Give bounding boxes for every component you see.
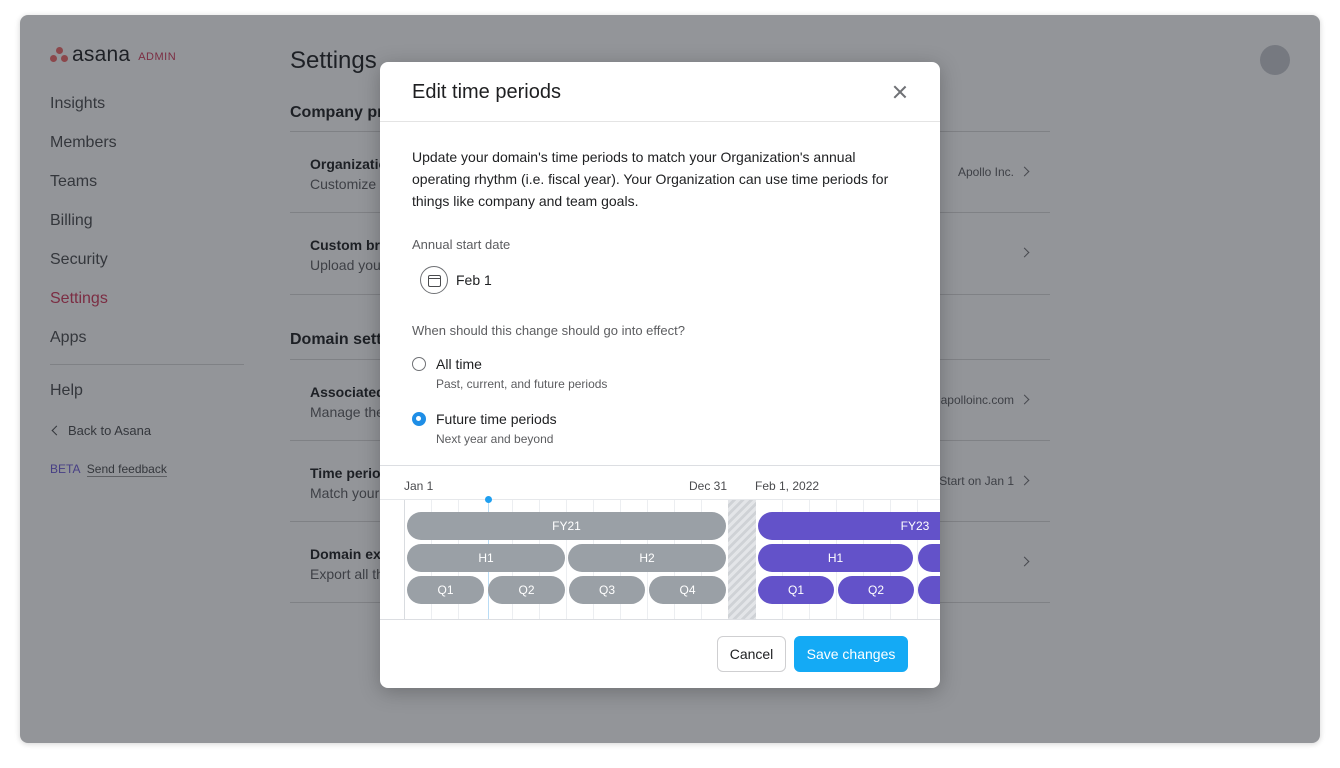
cancel-button[interactable]: Cancel	[717, 636, 786, 672]
calendar-icon	[420, 266, 448, 294]
dialog-description: Update your domain's time periods to mat…	[412, 149, 889, 209]
today-marker-dot	[485, 496, 492, 503]
period-fy21-q2: Q2	[488, 576, 565, 604]
timeline-date-end: Dec 31	[689, 479, 728, 493]
period-fy21: FY21	[407, 512, 726, 540]
dialog-title: Edit time periods	[412, 81, 561, 103]
save-changes-button[interactable]: Save changes	[794, 636, 908, 672]
period-fy21-q3: Q3	[569, 576, 645, 604]
timeline-gap-hatch	[728, 500, 756, 619]
period-fy21-q4: Q4	[649, 576, 726, 604]
annual-start-label: Annual start date	[412, 237, 511, 252]
annual-start-value: Feb 1	[456, 272, 492, 288]
option-description: Past, current, and future periods	[436, 377, 608, 391]
option-description: Next year and beyond	[436, 432, 554, 446]
dialog-header: Edit time periods	[380, 62, 940, 122]
period-fy23-q3	[918, 576, 940, 604]
radio-all-time[interactable]	[412, 357, 426, 371]
option-label: Future time periods	[436, 411, 557, 427]
edit-time-periods-dialog: Edit time periods Update your domain's t…	[380, 62, 940, 688]
effect-question-label: When should this change should go into e…	[412, 323, 685, 338]
close-icon[interactable]	[890, 82, 910, 102]
time-period-timeline: Jan 1 Dec 31 Feb 1, 2022 FY21 H1 H2 Q1 Q…	[380, 465, 940, 620]
radio-future-periods[interactable]	[412, 412, 426, 426]
option-label: All time	[436, 356, 482, 372]
option-future-time-periods[interactable]: Future time periods Next year and beyond	[412, 411, 557, 446]
timeline-date-start: Jan 1	[404, 479, 434, 493]
period-fy23-q2: Q2	[838, 576, 914, 604]
period-fy23-h2	[918, 544, 940, 572]
period-fy21-h2: H2	[568, 544, 726, 572]
period-fy23: FY23	[758, 512, 940, 540]
option-all-time[interactable]: All time Past, current, and future perio…	[412, 356, 607, 391]
timeline-header: Jan 1 Dec 31 Feb 1, 2022	[380, 466, 940, 500]
period-fy21-h1: H1	[407, 544, 565, 572]
timeline-date-new-start: Feb 1, 2022	[755, 479, 820, 493]
period-fy21-q1: Q1	[407, 576, 484, 604]
period-fy23-h1: H1	[758, 544, 913, 572]
annual-start-date-picker[interactable]: Feb 1	[420, 266, 492, 294]
period-fy23-q1: Q1	[758, 576, 834, 604]
